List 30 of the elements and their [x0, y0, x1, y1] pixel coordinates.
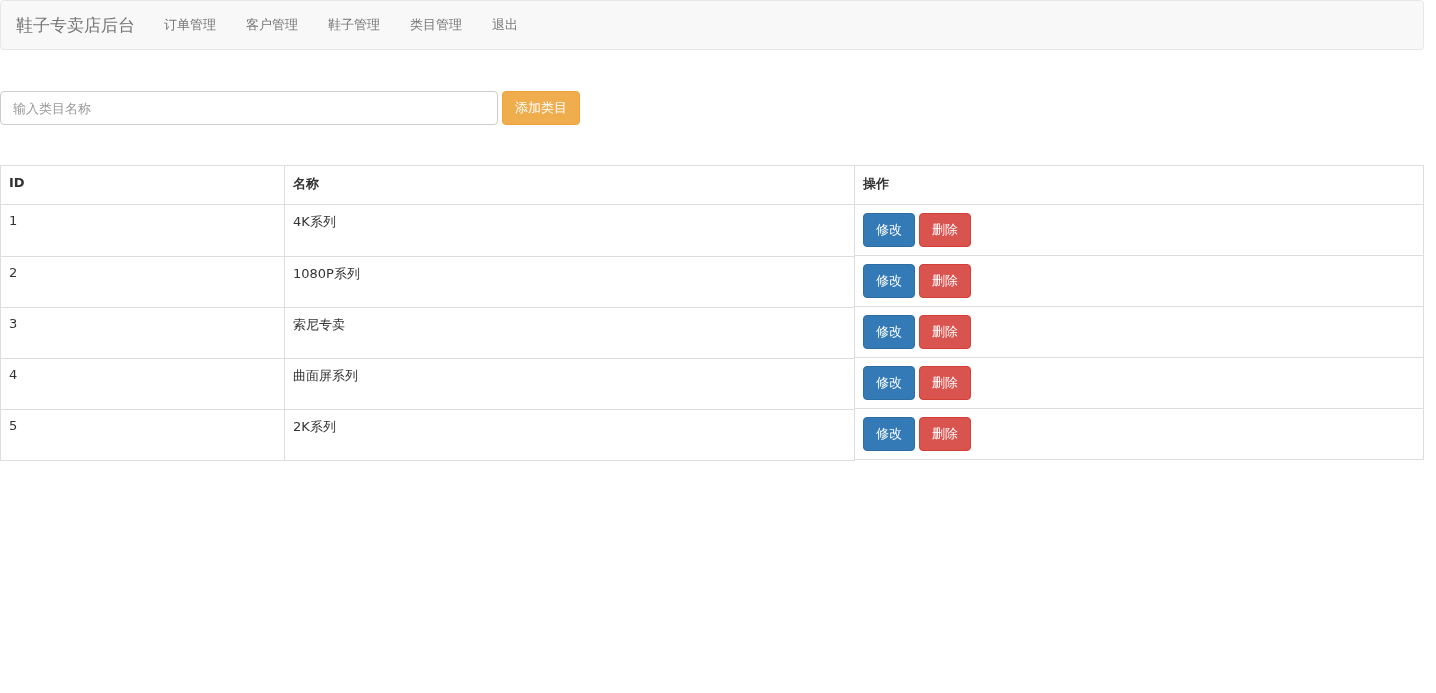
name-cell: 1080P系列 [284, 256, 855, 307]
id-cell: 1 [0, 204, 285, 256]
delete-button[interactable]: 删除 [919, 213, 971, 247]
delete-button[interactable]: 删除 [919, 264, 971, 298]
brand-link[interactable]: 鞋子专卖店后台 [16, 13, 135, 37]
edit-button[interactable]: 修改 [863, 417, 915, 451]
name-cell: 4K系列 [284, 204, 855, 256]
edit-button[interactable]: 修改 [863, 315, 915, 349]
column-header: 操作 [854, 165, 1424, 205]
id-cell: 2 [0, 256, 285, 307]
id-cell: 3 [0, 307, 285, 358]
column-header: ID [0, 165, 285, 205]
nav-link[interactable]: 订单管理 [149, 16, 231, 34]
name-cell: 索尼专卖 [284, 307, 855, 358]
delete-button[interactable]: 删除 [919, 366, 971, 400]
nav-link[interactable]: 退出 [477, 16, 533, 34]
id-cell: 4 [0, 358, 285, 409]
nav-link[interactable]: 鞋子管理 [313, 16, 395, 34]
delete-button[interactable]: 删除 [919, 315, 971, 349]
id-cell: 5 [0, 409, 285, 460]
edit-button[interactable]: 修改 [863, 264, 915, 298]
category-name-input[interactable]: 输入类目名称 [0, 91, 498, 125]
edit-button[interactable]: 修改 [863, 366, 915, 400]
name-cell: 曲面屏系列 [284, 358, 855, 409]
nav-link[interactable]: 客户管理 [231, 16, 313, 34]
delete-button[interactable]: 删除 [919, 417, 971, 451]
edit-button[interactable]: 修改 [863, 213, 915, 247]
nav-link[interactable]: 类目管理 [395, 16, 477, 34]
name-cell: 2K系列 [284, 409, 855, 460]
column-header: 名称 [284, 165, 855, 205]
